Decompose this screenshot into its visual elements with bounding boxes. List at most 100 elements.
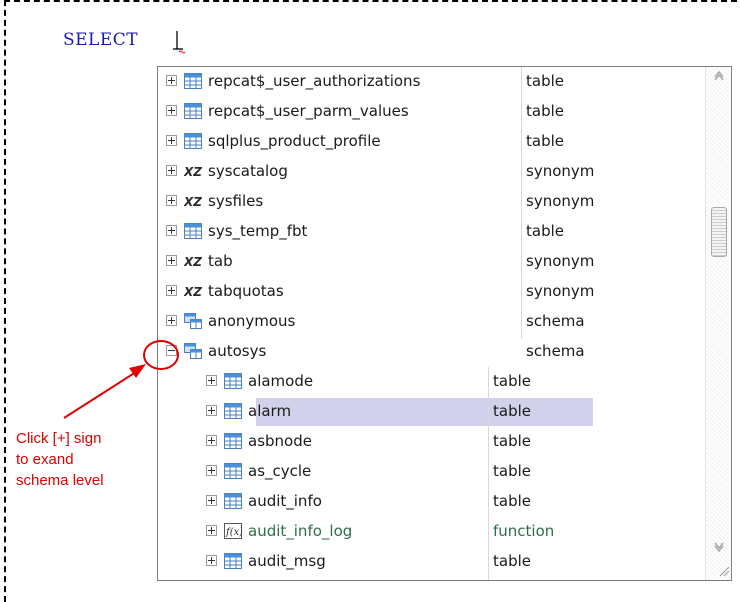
item-type: table bbox=[526, 72, 564, 90]
column-separator bbox=[521, 67, 522, 339]
item-type: synonym bbox=[526, 162, 595, 180]
svg-text:f(x): f(x) bbox=[225, 527, 242, 538]
table-icon bbox=[224, 553, 242, 569]
item-type: synonym bbox=[526, 252, 595, 270]
table-icon bbox=[184, 223, 202, 239]
synonym-icon: XZ bbox=[183, 253, 202, 269]
item-name: autosys bbox=[208, 342, 267, 360]
list-item[interactable]: XZ tab synonym bbox=[158, 247, 703, 277]
expand-icon[interactable] bbox=[166, 225, 177, 236]
table-icon bbox=[224, 403, 242, 419]
table-icon bbox=[184, 73, 202, 89]
item-name: syscatalog bbox=[208, 162, 288, 180]
child-item[interactable]: as_cycle table bbox=[158, 457, 703, 487]
item-name: as_cycle bbox=[248, 462, 312, 480]
item-name: sys_temp_fbt bbox=[208, 222, 308, 240]
annotation-line: schema level bbox=[16, 472, 104, 489]
synonym-icon: XZ bbox=[183, 283, 202, 299]
scroll-up-icon[interactable] bbox=[713, 69, 725, 81]
item-type: table bbox=[526, 222, 564, 240]
expand-icon[interactable] bbox=[206, 465, 217, 476]
expand-icon[interactable] bbox=[166, 135, 177, 146]
expand-icon[interactable] bbox=[166, 315, 177, 326]
child-item[interactable]: f(x) audit_info_log function bbox=[158, 517, 703, 547]
expand-icon[interactable] bbox=[206, 495, 217, 506]
list-item[interactable]: sys_temp_fbt table bbox=[158, 217, 703, 247]
list-item[interactable]: repcat$_user_authorizations table bbox=[158, 67, 703, 97]
list-item[interactable]: sqlplus_product_profile table bbox=[158, 127, 703, 157]
synonym-icon: XZ bbox=[183, 163, 202, 179]
expand-icon[interactable] bbox=[166, 75, 177, 86]
table-icon bbox=[224, 493, 242, 509]
expand-icon[interactable] bbox=[206, 555, 217, 566]
item-name: audit_msg bbox=[248, 552, 326, 570]
svg-text:XZ: XZ bbox=[184, 195, 202, 209]
sql-keyword[interactable]: SELECT bbox=[63, 30, 138, 50]
selection-highlight bbox=[256, 398, 593, 426]
child-item[interactable]: alarm table bbox=[158, 397, 703, 427]
item-type: schema bbox=[526, 312, 585, 330]
collapse-icon[interactable] bbox=[166, 345, 177, 356]
item-type: schema bbox=[526, 342, 585, 360]
item-type: table bbox=[493, 552, 531, 570]
vertical-scrollbar[interactable] bbox=[705, 67, 731, 580]
item-type: table bbox=[493, 372, 531, 390]
item-name: alamode bbox=[248, 372, 314, 390]
child-item[interactable]: audit_msg table bbox=[158, 547, 703, 577]
item-type: synonym bbox=[526, 192, 595, 210]
synonym-icon: XZ bbox=[183, 193, 202, 209]
item-name: repcat$_user_parm_values bbox=[208, 102, 409, 120]
annotation-line: to exand bbox=[16, 451, 74, 468]
item-type: table bbox=[493, 432, 531, 450]
item-type: function bbox=[493, 522, 555, 540]
annotation-note: Click [+] sign to exand schema level bbox=[16, 428, 104, 491]
resize-grip-icon[interactable] bbox=[718, 565, 730, 577]
list-item[interactable]: XZ tabquotas synonym bbox=[158, 277, 703, 307]
expand-icon[interactable] bbox=[166, 255, 177, 266]
expand-icon[interactable] bbox=[206, 435, 217, 446]
item-type: table bbox=[526, 132, 564, 150]
item-name: sqlplus_product_profile bbox=[208, 132, 381, 150]
item-type: table bbox=[493, 462, 531, 480]
svg-text:XZ: XZ bbox=[184, 165, 202, 179]
list-item[interactable]: anonymous schema bbox=[158, 307, 703, 337]
item-name: asbnode bbox=[248, 432, 312, 450]
list-item[interactable]: XZ syscatalog synonym bbox=[158, 157, 703, 187]
item-name: repcat$_user_authorizations bbox=[208, 72, 421, 90]
scroll-down-icon[interactable] bbox=[713, 542, 725, 554]
table-icon bbox=[184, 103, 202, 119]
child-item[interactable]: asbnode table bbox=[158, 427, 703, 457]
expand-icon[interactable] bbox=[206, 525, 217, 536]
function-icon: f(x) bbox=[224, 523, 243, 539]
list-item[interactable]: XZ sysfiles synonym bbox=[158, 187, 703, 217]
child-item[interactable]: alamode table bbox=[158, 367, 703, 397]
list-item[interactable]: autosys schema bbox=[158, 337, 703, 367]
annotation-line: Click [+] sign bbox=[16, 430, 102, 447]
expand-icon[interactable] bbox=[166, 165, 177, 176]
item-name: tab bbox=[208, 252, 233, 270]
item-name: audit_info bbox=[248, 492, 322, 510]
expand-icon[interactable] bbox=[206, 375, 217, 386]
item-name: alarm bbox=[248, 402, 292, 420]
table-icon bbox=[184, 133, 202, 149]
svg-text:XZ: XZ bbox=[184, 255, 202, 269]
item-type: table bbox=[493, 492, 531, 510]
autocomplete-list[interactable]: repcat$_user_authorizations table repcat$_… bbox=[157, 66, 732, 581]
item-name: anonymous bbox=[208, 312, 296, 330]
expand-icon[interactable] bbox=[166, 195, 177, 206]
item-name: tabquotas bbox=[208, 282, 284, 300]
item-type: table bbox=[493, 402, 531, 420]
table-icon bbox=[224, 463, 242, 479]
svg-text:XZ: XZ bbox=[184, 285, 202, 299]
scroll-thumb[interactable] bbox=[711, 207, 727, 257]
child-item[interactable]: audit_info table bbox=[158, 487, 703, 517]
item-type: table bbox=[526, 102, 564, 120]
expand-icon[interactable] bbox=[166, 105, 177, 116]
text-cursor-icon bbox=[173, 31, 185, 54]
list-item[interactable]: repcat$_user_parm_values table bbox=[158, 97, 703, 127]
item-name: sysfiles bbox=[208, 192, 264, 210]
expand-icon[interactable] bbox=[206, 405, 217, 416]
column-separator bbox=[488, 367, 489, 580]
table-icon bbox=[224, 433, 242, 449]
expand-icon[interactable] bbox=[166, 285, 177, 296]
